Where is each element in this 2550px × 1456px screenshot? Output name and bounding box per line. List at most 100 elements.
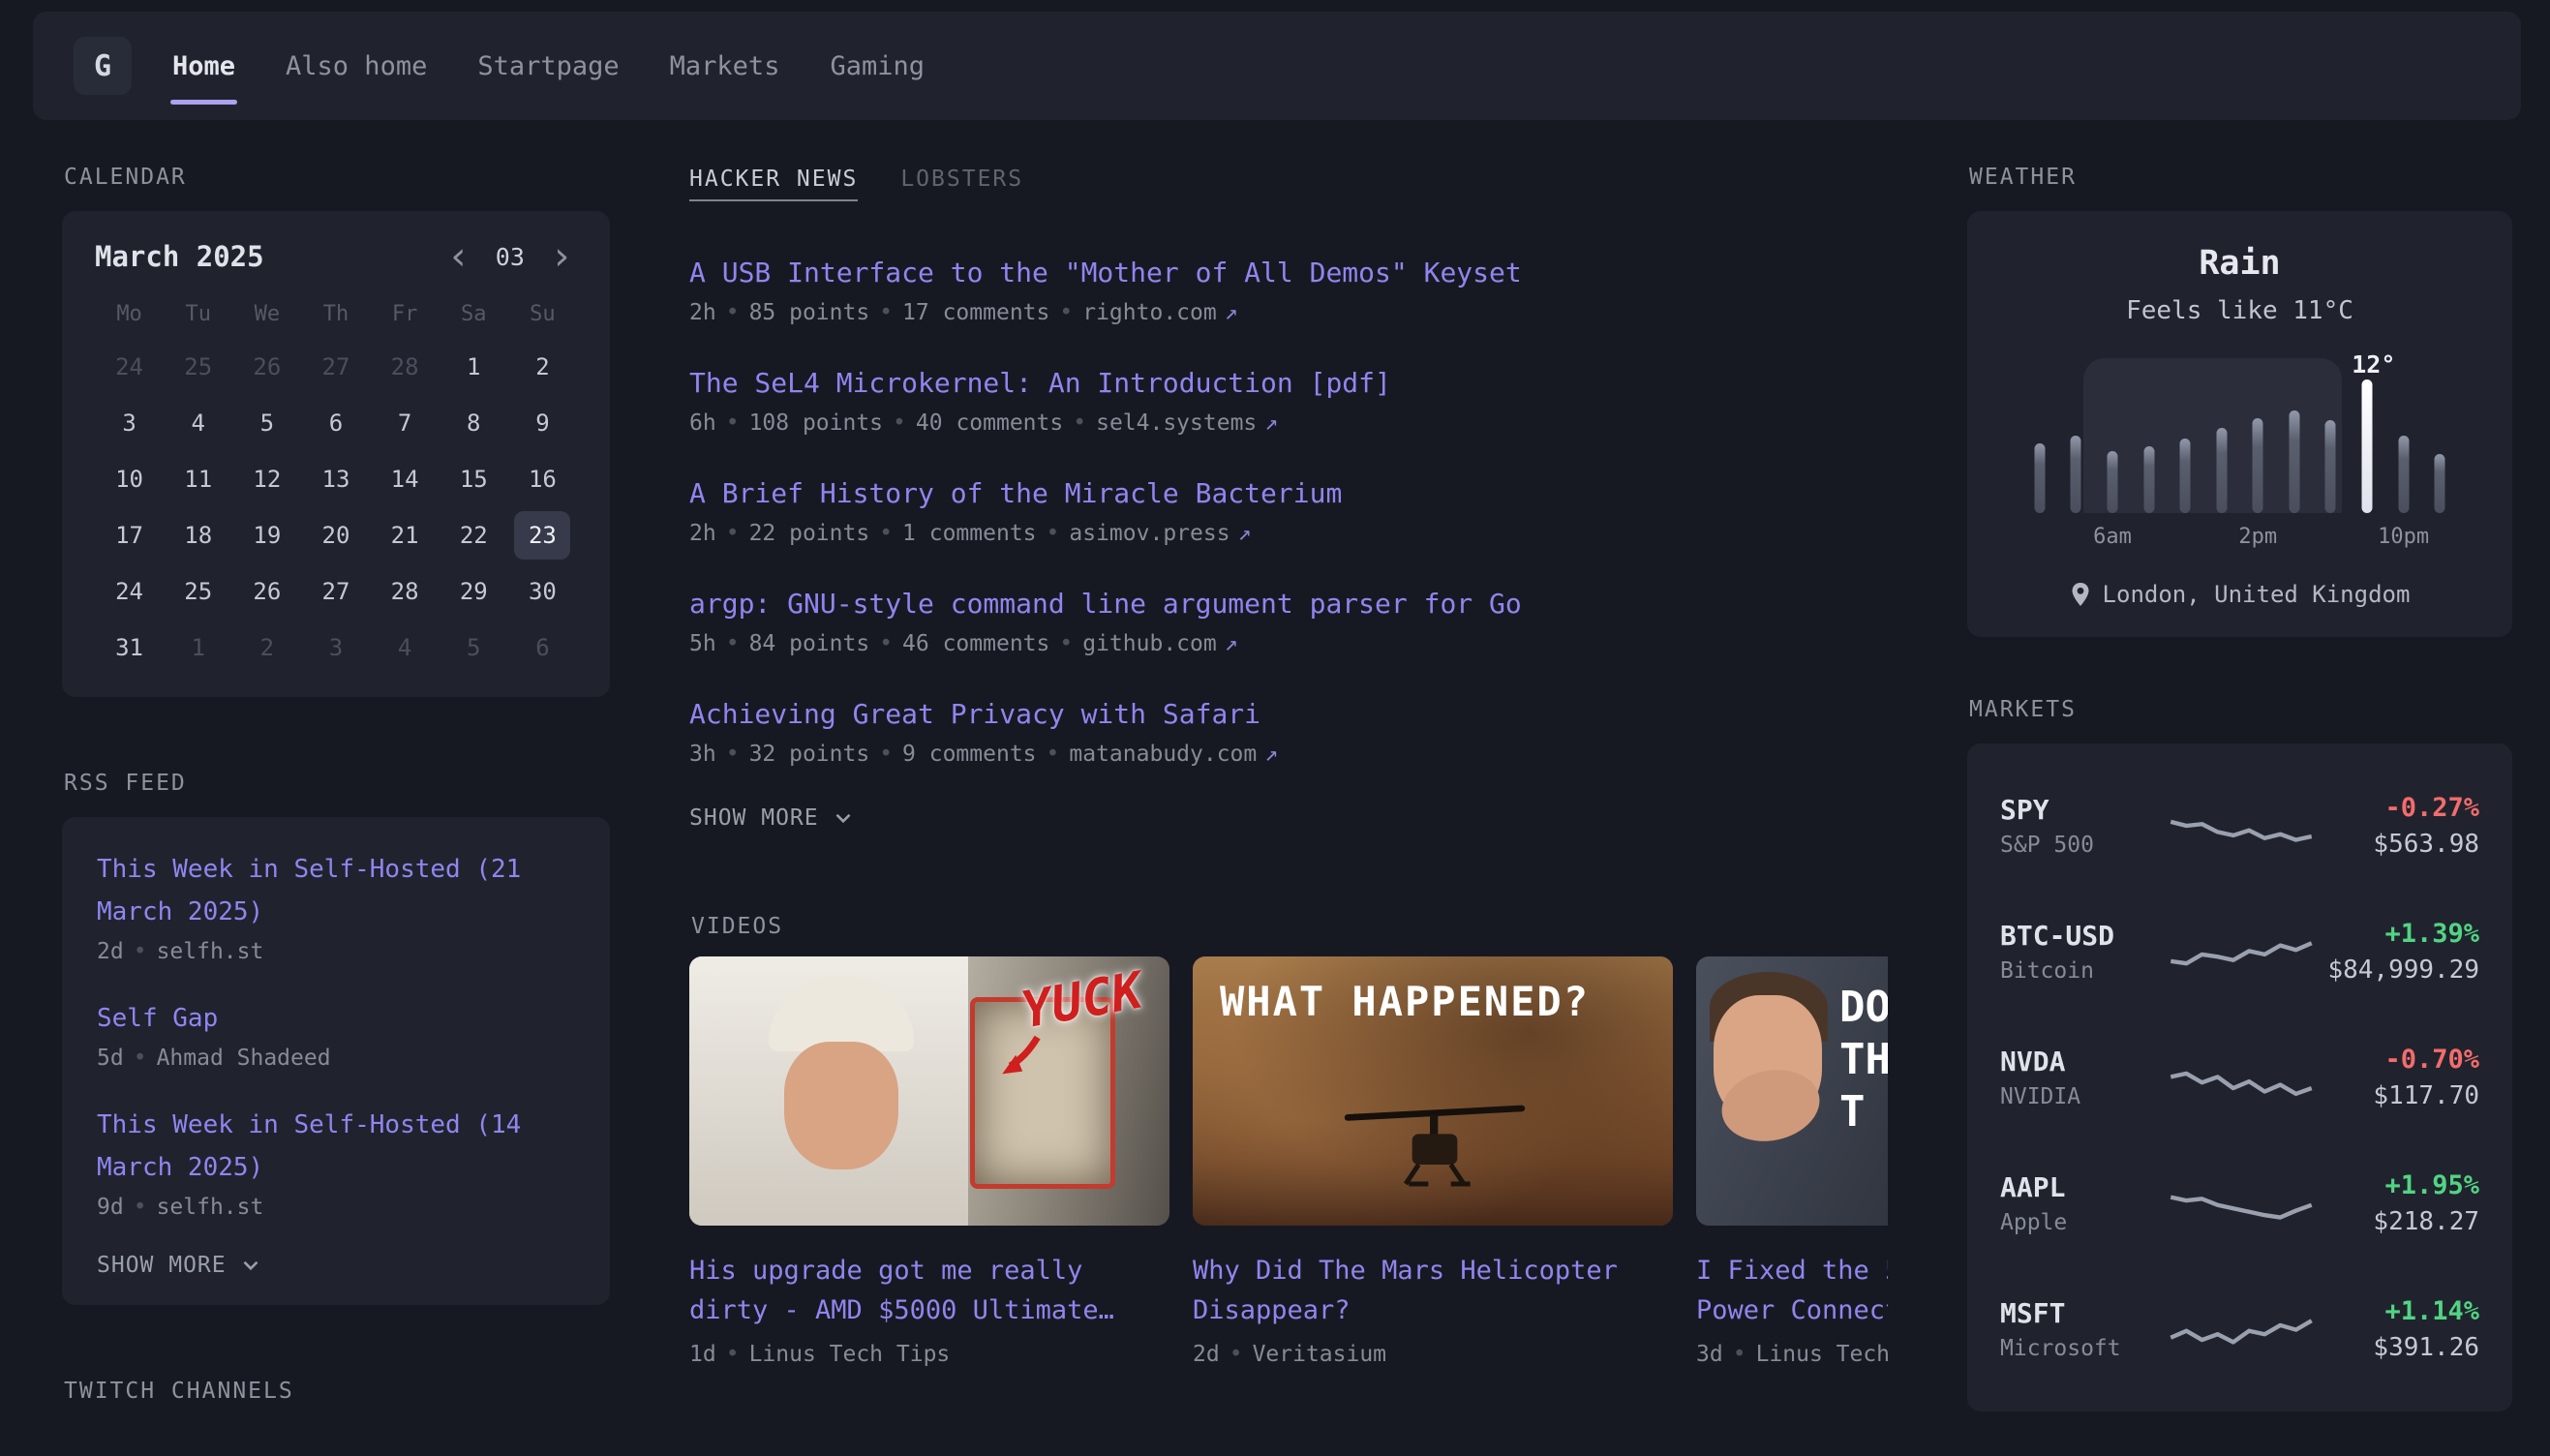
news-tabs: HACKER NEWS LOBSTERS bbox=[689, 167, 1888, 201]
story-age: 6h bbox=[689, 410, 716, 436]
calendar-day: 28 bbox=[371, 563, 440, 620]
market-symbol[interactable]: MSFT bbox=[2000, 1297, 2168, 1329]
news-story: Achieving Great Privacy with Safari3h•32… bbox=[689, 695, 1888, 767]
video-thumbnail[interactable]: YUCK bbox=[689, 956, 1169, 1226]
video-thumbnail-art: DO TH T bbox=[1696, 956, 1888, 1226]
bullet-separator: • bbox=[879, 521, 893, 546]
bullet-separator: • bbox=[134, 939, 147, 964]
rss-item-title[interactable]: Self Gap bbox=[97, 997, 575, 1040]
calendar-next-button[interactable]: › bbox=[546, 242, 577, 271]
story-points: 85 points bbox=[749, 300, 870, 325]
market-symbol[interactable]: SPY bbox=[2000, 794, 2168, 826]
weather-feels-like: Feels like 11°C bbox=[1996, 296, 2483, 325]
market-name: NVIDIA bbox=[2000, 1084, 2168, 1109]
calendar-day: 9 bbox=[508, 395, 577, 451]
calendar-day: 25 bbox=[164, 563, 232, 620]
nav-tab-home[interactable]: Home bbox=[147, 12, 260, 120]
video-card: DO TH TI Fixed the 5 Power Connect3d•Lin… bbox=[1696, 956, 1888, 1367]
video-title[interactable]: His upgrade got me really dirty - AMD $5… bbox=[689, 1251, 1169, 1330]
weather-bar bbox=[2435, 454, 2445, 513]
weather-location-label: London, United Kingdom bbox=[2103, 581, 2411, 608]
nav-tab-also-home[interactable]: Also home bbox=[260, 12, 452, 120]
market-sparkline-chart bbox=[2168, 795, 2315, 857]
external-link-icon: ↗ bbox=[1225, 300, 1238, 325]
video-title[interactable]: Why Did The Mars Helicopter Disappear? bbox=[1193, 1251, 1673, 1330]
calendar-weekday: Su bbox=[508, 298, 577, 339]
story-title[interactable]: A Brief History of the Miracle Bacterium bbox=[689, 474, 1888, 513]
story-source-link[interactable]: matanabudy.com bbox=[1069, 742, 1257, 767]
calendar-prev-button[interactable]: ‹ bbox=[443, 242, 474, 271]
story-comments: 1 comments bbox=[902, 521, 1036, 546]
story-title[interactable]: A USB Interface to the "Mother of All De… bbox=[689, 254, 1888, 292]
news-story: argp: GNU-style command line argument pa… bbox=[689, 585, 1888, 656]
rss-show-more-label: SHOW MORE bbox=[97, 1253, 227, 1278]
weather-location: London, United Kingdom bbox=[1996, 581, 2483, 608]
market-row-labels: BTC-USDBitcoin bbox=[2000, 920, 2168, 984]
rss-item-title[interactable]: This Week in Self-Hosted (21 March 2025) bbox=[97, 848, 575, 933]
nav-tab-markets[interactable]: Markets bbox=[645, 12, 805, 120]
video-thumbnail[interactable]: WHAT HAPPENED? bbox=[1193, 956, 1673, 1226]
news-show-more-button[interactable]: SHOW MORE bbox=[689, 805, 1888, 831]
weather-widget: Rain Feels like 11°C 12° 6am2pm10pm Lond… bbox=[1967, 211, 2512, 637]
external-link-icon: ↗ bbox=[1264, 742, 1278, 767]
story-title[interactable]: Achieving Great Privacy with Safari bbox=[689, 695, 1888, 734]
market-change: -0.27% bbox=[2315, 793, 2479, 823]
rss-item-age: 5d bbox=[97, 1046, 124, 1071]
markets-heading: MARKETS bbox=[1969, 697, 2512, 722]
rss-item-title[interactable]: This Week in Self-Hosted (14 March 2025) bbox=[97, 1104, 575, 1189]
weather-condition: Rain bbox=[1996, 244, 2483, 283]
calendar-weekday: Th bbox=[301, 298, 370, 339]
calendar-day: 4 bbox=[164, 395, 232, 451]
nav-tab-gaming[interactable]: Gaming bbox=[804, 12, 950, 120]
market-symbol[interactable]: NVDA bbox=[2000, 1046, 2168, 1077]
bullet-separator: • bbox=[1059, 300, 1073, 325]
market-row: MSFTMicrosoft+1.14%$391.26 bbox=[2000, 1266, 2479, 1392]
external-link-icon: ↗ bbox=[1238, 521, 1252, 546]
bullet-separator: • bbox=[726, 1342, 740, 1367]
chevron-down-icon bbox=[831, 805, 856, 831]
calendar-day: 29 bbox=[440, 563, 508, 620]
story-meta: 3h•32 points•9 comments•matanabudy.com↗ bbox=[689, 742, 1888, 767]
market-symbol[interactable]: BTC-USD bbox=[2000, 920, 2168, 952]
video-title[interactable]: I Fixed the 5 Power Connect bbox=[1696, 1251, 1888, 1330]
story-meta: 6h•108 points•40 comments•sel4.systems↗ bbox=[689, 410, 1888, 436]
calendar-heading: CALENDAR bbox=[64, 165, 610, 190]
story-source-link[interactable]: righto.com bbox=[1082, 300, 1216, 325]
market-name: S&P 500 bbox=[2000, 833, 2168, 858]
market-sparkline-chart bbox=[2168, 921, 2315, 983]
calendar-day: 1 bbox=[164, 620, 232, 676]
calendar-day: 14 bbox=[371, 451, 440, 507]
story-title[interactable]: The SeL4 Microkernel: An Introduction [p… bbox=[689, 364, 1888, 403]
calendar-widget: March 2025 ‹ 03 › MoTuWeThFrSaSu 2425262… bbox=[62, 211, 610, 697]
video-thumbnail[interactable]: DO TH T bbox=[1696, 956, 1888, 1226]
thumbnail-overlay-text: DO TH T bbox=[1839, 982, 1888, 1138]
app-logo[interactable]: G bbox=[74, 37, 132, 95]
thumbnail-face-shape bbox=[784, 1042, 898, 1169]
news-story-list: A USB Interface to the "Mother of All De… bbox=[689, 254, 1888, 767]
market-sparkline-chart bbox=[2168, 1172, 2315, 1234]
weather-bar bbox=[2034, 443, 2045, 513]
story-comments: 40 comments bbox=[916, 410, 1063, 436]
video-channel: Linus Tech Tips bbox=[1756, 1342, 1888, 1367]
calendar-day: 13 bbox=[301, 451, 370, 507]
story-title[interactable]: argp: GNU-style command line argument pa… bbox=[689, 585, 1888, 623]
story-points: 32 points bbox=[749, 742, 870, 767]
story-source-link[interactable]: github.com bbox=[1082, 631, 1216, 656]
market-symbol[interactable]: AAPL bbox=[2000, 1171, 2168, 1203]
calendar-header: March 2025 ‹ 03 › bbox=[95, 240, 577, 273]
calendar-weekday: Mo bbox=[95, 298, 164, 339]
tab-hacker-news[interactable]: HACKER NEWS bbox=[689, 167, 858, 201]
story-source-link[interactable]: asimov.press bbox=[1069, 521, 1229, 546]
story-points: 108 points bbox=[749, 410, 883, 436]
bullet-separator: • bbox=[726, 742, 740, 767]
story-source-link[interactable]: sel4.systems bbox=[1096, 410, 1257, 436]
weather-bar bbox=[2398, 436, 2409, 513]
rss-show-more-button[interactable]: SHOW MORE bbox=[97, 1253, 575, 1278]
market-sparkline bbox=[2168, 795, 2315, 857]
weather-bar bbox=[2362, 379, 2373, 513]
bullet-separator: • bbox=[1047, 742, 1060, 767]
tab-lobsters[interactable]: LOBSTERS bbox=[900, 167, 1023, 201]
news-story: A USB Interface to the "Mother of All De… bbox=[689, 254, 1888, 325]
weather-bar bbox=[2107, 451, 2117, 513]
nav-tab-startpage[interactable]: Startpage bbox=[452, 12, 644, 120]
